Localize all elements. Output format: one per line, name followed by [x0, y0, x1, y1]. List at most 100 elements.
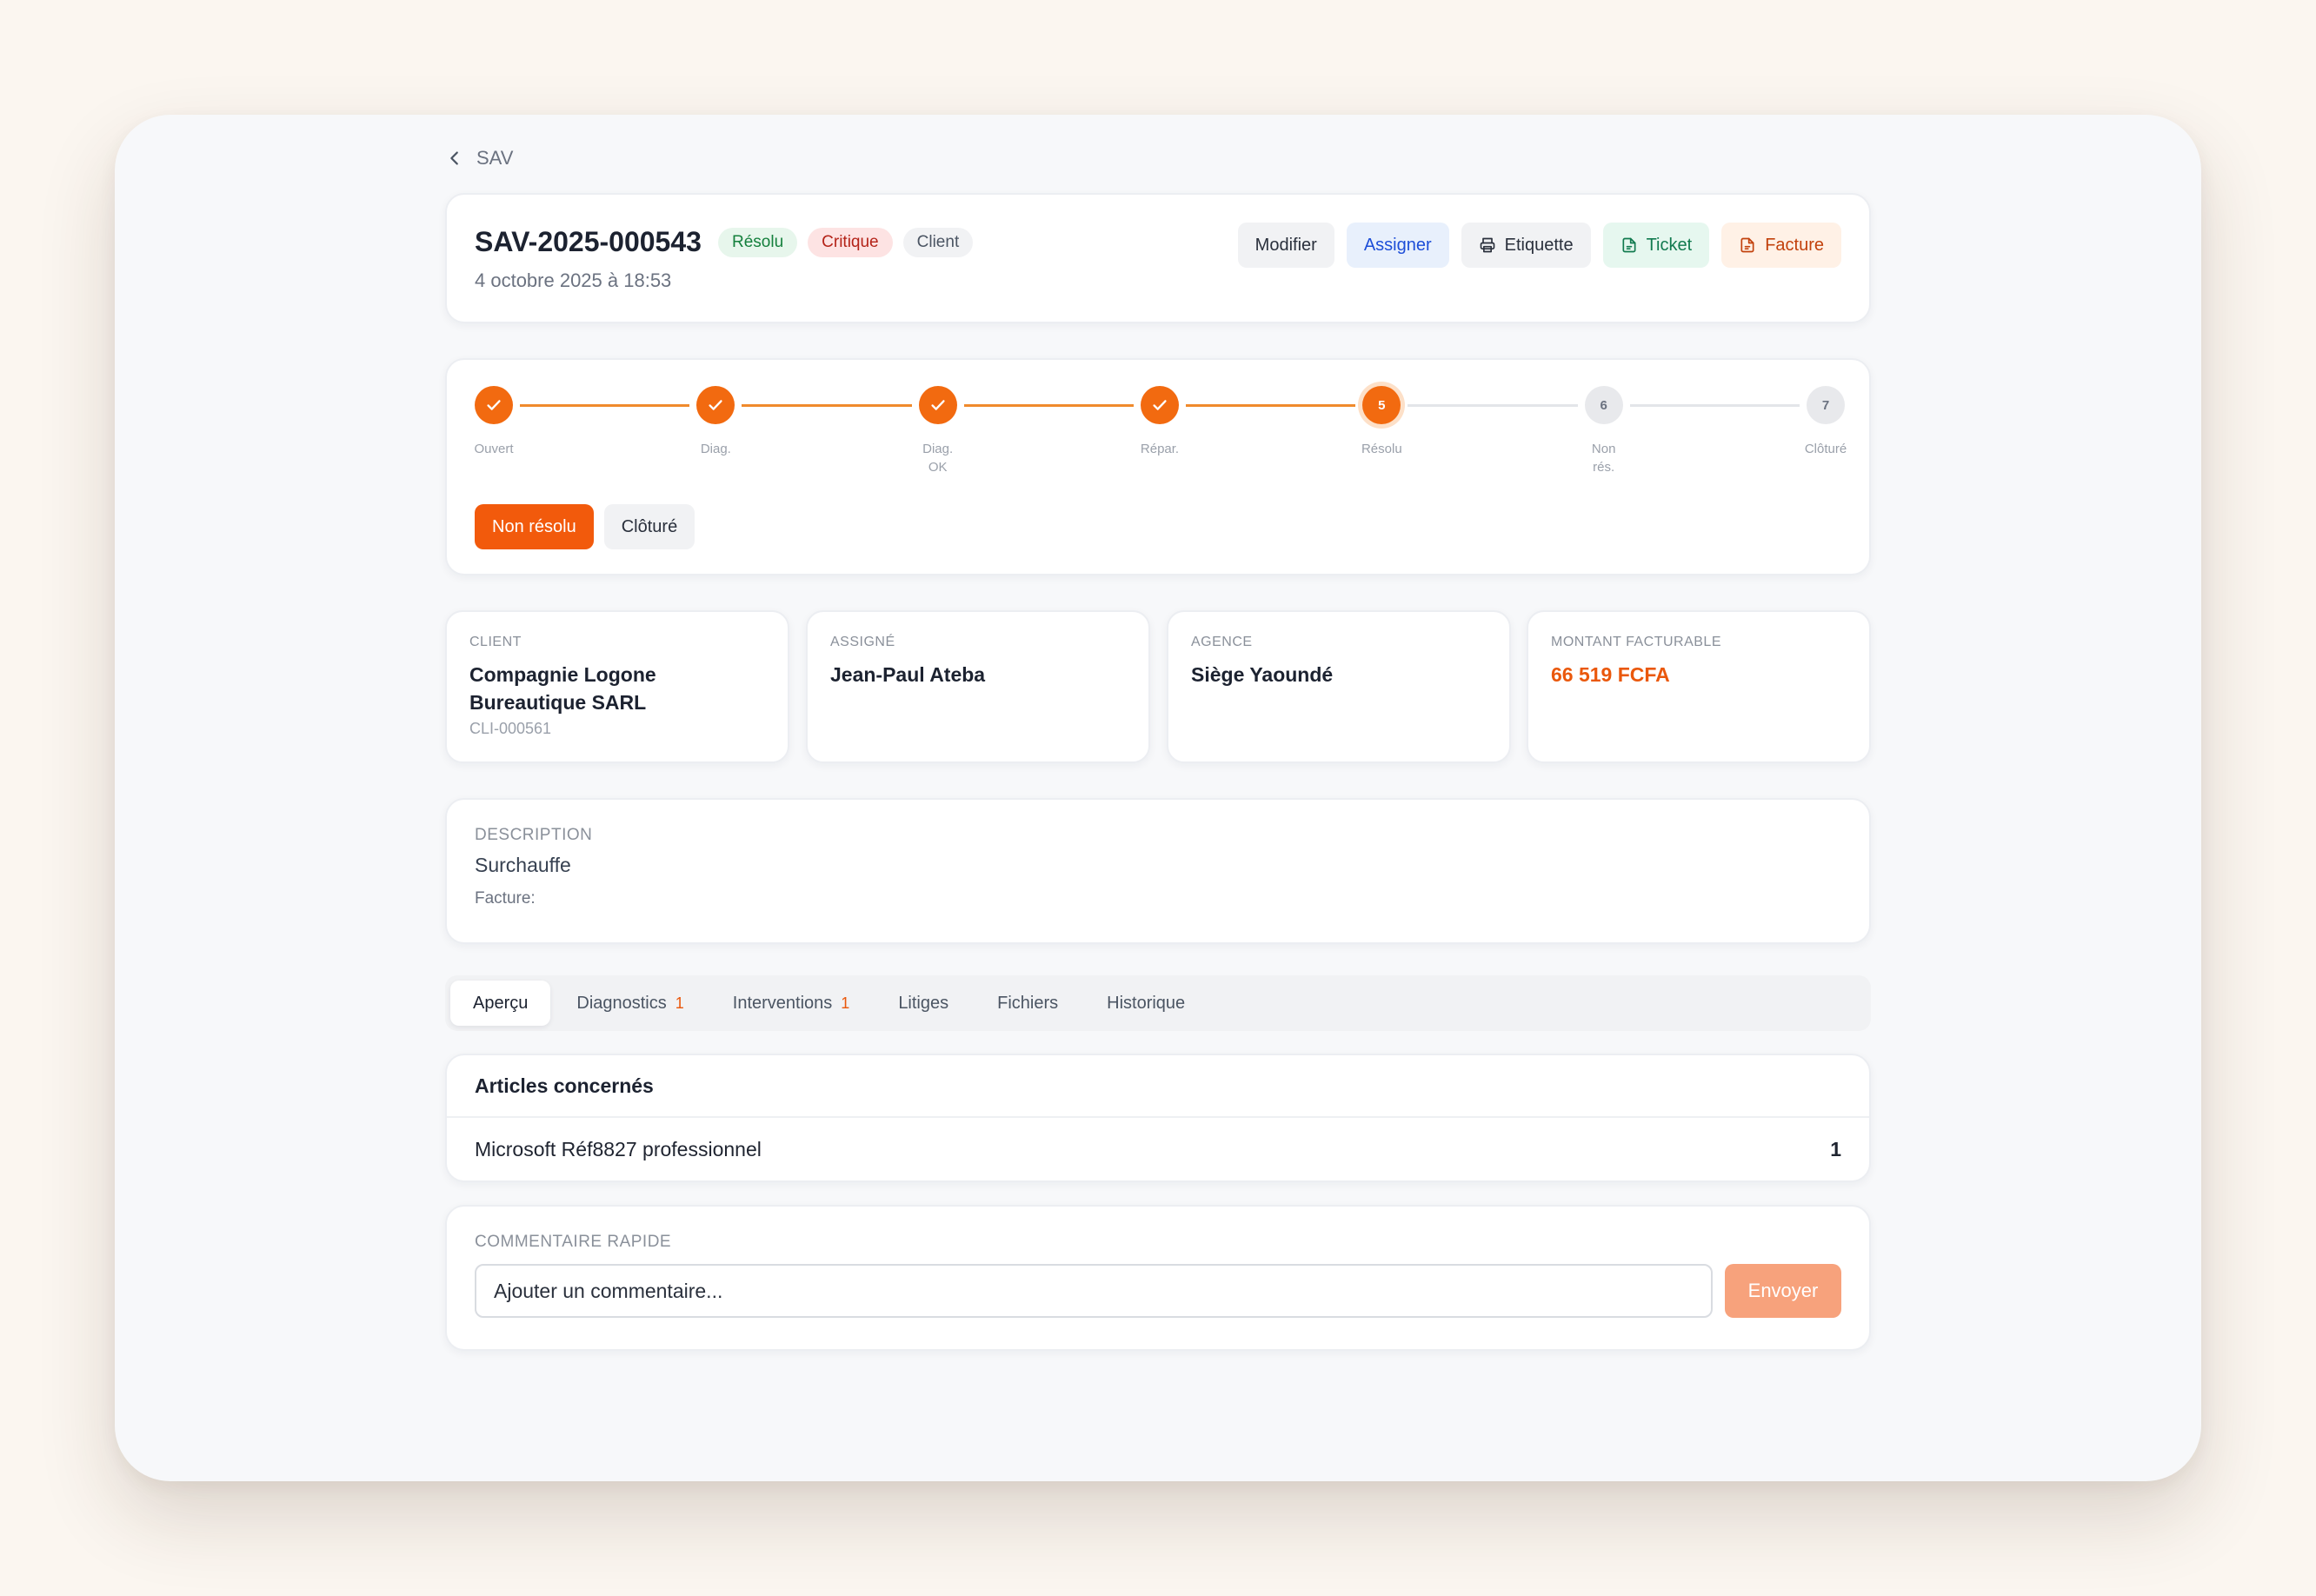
type-badge: Client [902, 228, 974, 257]
client-card: CLIENT Compagnie Logone Bureautique SARL… [445, 610, 789, 763]
stepper-connector [742, 404, 912, 407]
tab-diagnostics[interactable]: Diagnostics 1 [554, 981, 706, 1026]
tab-interventions[interactable]: Interventions 1 [710, 981, 873, 1026]
stepper-connector [963, 404, 1134, 407]
file-icon [1740, 237, 1754, 253]
priority-badge: Critique [808, 228, 893, 257]
facture-label: Facture [1765, 235, 1824, 255]
ticket-id: SAV-2025-000543 [475, 226, 702, 257]
client-label: CLIENT [469, 635, 522, 649]
ticket-header-card: SAV-2025-000543 Résolu Critique Client 4… [445, 193, 1871, 323]
tab-count: 1 [675, 994, 684, 1012]
step-number: 6 [1600, 397, 1607, 413]
modifier-button[interactable]: Modifier [1237, 223, 1334, 268]
progress-actions: Non résolu Clôturé [475, 504, 695, 549]
ticket-date: 4 octobre 2025 à 18:53 [475, 269, 672, 291]
check-icon [1153, 400, 1167, 410]
assigner-button[interactable]: Assigner [1346, 223, 1449, 268]
stepper-connector [520, 404, 690, 407]
step-5[interactable]: 5 [1362, 386, 1401, 424]
mark-unresolved-label: Non résolu [492, 516, 576, 536]
step-7[interactable]: 7 [1807, 386, 1845, 424]
tab-historique[interactable]: Historique [1084, 981, 1208, 1026]
tab-count: 1 [841, 994, 850, 1012]
amount-value: 66 519 FCFA [1551, 663, 1670, 686]
ticket-badges: Résolu Critique Client [718, 228, 974, 257]
ticket-label: Ticket [1646, 235, 1693, 255]
check-icon [487, 400, 501, 410]
step-3[interactable] [918, 386, 957, 424]
step-number: 7 [1821, 397, 1830, 413]
file-icon [1622, 237, 1636, 253]
article-quantity: 1 [1830, 1137, 1841, 1160]
assignee-label: ASSIGNÉ [830, 635, 895, 649]
back-link[interactable]: SAV [445, 141, 513, 176]
tab-bar: Aperçu Diagnostics 1 Interventions 1 Litig… [445, 975, 1871, 1031]
step-1[interactable] [475, 386, 513, 424]
modifier-label: Modifier [1254, 235, 1317, 255]
check-icon [931, 400, 945, 410]
tab-apercu[interactable]: Aperçu [450, 981, 551, 1026]
step-label: Diag. [700, 442, 731, 456]
close-ticket-button[interactable]: Clôturé [603, 504, 695, 549]
step-label: Répar. [1140, 442, 1180, 456]
progress-card: Ouvert Diag. Diag. OK Répar. 5 Résolu 6 Non rés… [445, 358, 1871, 575]
comment-row: Envoyer [475, 1264, 1841, 1318]
ticket-button[interactable]: Ticket [1602, 223, 1710, 268]
tab-label: Litiges [898, 993, 949, 1013]
description-card: DESCRIPTION Surchauffe Facture: [445, 798, 1871, 944]
chevron-left-icon [450, 151, 458, 165]
assignee-name: Jean-Paul Ateba [830, 663, 986, 686]
etiquette-button[interactable]: Etiquette [1461, 223, 1591, 268]
agency-card: AGENCE Siège Yaoundé [1167, 610, 1511, 763]
header-actions: Modifier Assigner Etiquette Ticket Factu… [1237, 223, 1841, 268]
assigner-label: Assigner [1363, 235, 1432, 255]
invoice-label: Facture: [475, 889, 536, 908]
tab-label: Fichiers [997, 993, 1059, 1013]
stepper-connector [1408, 404, 1578, 407]
tab-litiges[interactable]: Litiges [875, 981, 971, 1026]
agency-name: Siège Yaoundé [1191, 663, 1334, 686]
send-button[interactable]: Envoyer [1725, 1264, 1841, 1318]
articles-title: Articles concernés [447, 1055, 1869, 1118]
tab-label: Aperçu [473, 993, 529, 1013]
comment-input[interactable] [475, 1264, 1713, 1318]
step-label: Ouvert [474, 442, 514, 456]
step-label: Diag. OK [922, 442, 954, 475]
mark-unresolved-button[interactable]: Non résolu [475, 504, 594, 549]
tab-label: Interventions [732, 993, 833, 1013]
assignee-card: ASSIGNÉ Jean-Paul Ateba [806, 610, 1150, 763]
articles-card: Articles concernés Microsoft Réf8827 pro… [445, 1054, 1871, 1182]
description-label: DESCRIPTION [475, 826, 593, 844]
app-window: SAV SAV-2025-000543 Résolu Critique Clie… [115, 115, 2201, 1481]
description-text: Surchauffe [475, 854, 571, 876]
status-stepper: Ouvert Diag. Diag. OK Répar. 5 Résolu 6 Non rés… [474, 386, 1847, 482]
back-link-label: SAV [476, 147, 514, 169]
quick-comment-card: COMMENTAIRE RAPIDE Envoyer [445, 1205, 1871, 1351]
close-ticket-label: Clôturé [621, 516, 678, 536]
client-name: Compagnie Logone Bureautique SARL [469, 663, 656, 714]
step-label: Non rés. [1591, 442, 1616, 475]
status-badge: Résolu [718, 228, 798, 257]
client-code: CLI-000561 [469, 720, 552, 737]
step-2[interactable] [696, 386, 735, 424]
tab-label: Historique [1107, 993, 1186, 1013]
comment-label: COMMENTAIRE RAPIDE [475, 1233, 672, 1251]
facture-button[interactable]: Facture [1721, 223, 1841, 268]
stepper-connector [1186, 404, 1356, 407]
step-number: 5 [1378, 397, 1386, 413]
amount-card: MONTANT FACTURABLE 66 519 FCFA [1527, 610, 1871, 763]
check-icon [709, 400, 722, 410]
printer-icon [1480, 237, 1494, 253]
tab-fichiers[interactable]: Fichiers [975, 981, 1081, 1026]
list-item[interactable]: Microsoft Réf8827 professionnel 1 [447, 1118, 1869, 1180]
agency-label: AGENCE [1191, 635, 1253, 649]
article-name: Microsoft Réf8827 professionnel [475, 1137, 762, 1160]
tab-label: Diagnostics [576, 993, 667, 1013]
amount-label: MONTANT FACTURABLE [1551, 635, 1721, 649]
step-label: Résolu [1361, 442, 1402, 456]
step-label: Clôturé [1804, 442, 1847, 456]
step-4[interactable] [1141, 386, 1179, 424]
step-6[interactable]: 6 [1584, 386, 1623, 424]
etiquette-label: Etiquette [1504, 235, 1574, 255]
